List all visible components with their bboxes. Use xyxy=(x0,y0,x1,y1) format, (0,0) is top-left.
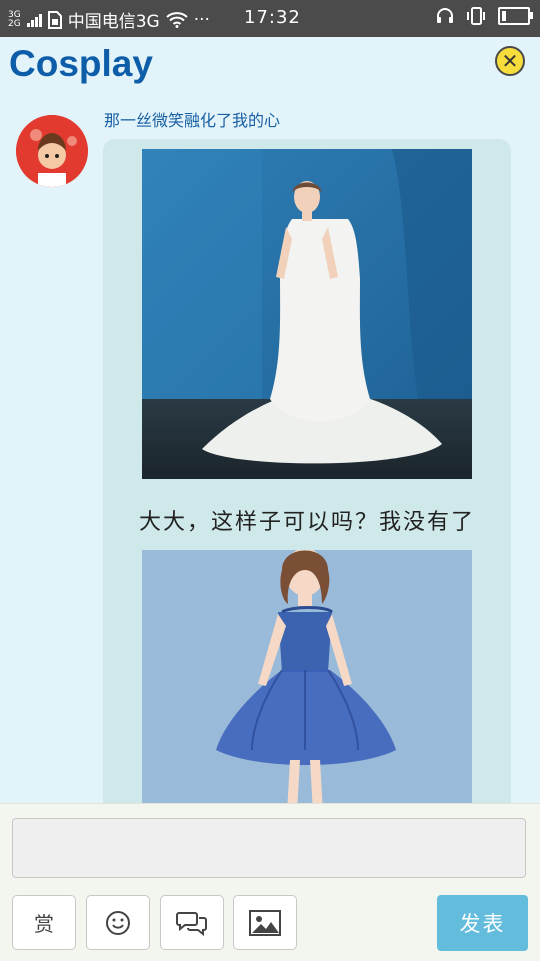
page-title: Cosplay xyxy=(9,43,153,84)
signal-icon xyxy=(26,13,42,27)
post-caption: 大大，这样子可以吗？我没有了 xyxy=(138,510,475,535)
network-type: 3G 2G xyxy=(8,9,21,29)
headset-icon xyxy=(437,8,453,23)
white-wedding-gown-photo[interactable] xyxy=(142,149,472,479)
picture-icon xyxy=(249,909,281,936)
clock: 17:32 xyxy=(244,7,301,28)
carrier-name: 中国电信3G xyxy=(67,12,160,32)
close-icon: ✕ xyxy=(501,49,519,73)
reward-label: 赏 xyxy=(34,912,54,936)
close-button[interactable]: ✕ xyxy=(495,46,525,76)
vibrate-icon xyxy=(467,7,485,25)
avatar-image xyxy=(16,115,88,187)
submit-label: 发表 xyxy=(459,912,506,936)
status-more-dots: ··· xyxy=(193,9,210,30)
smiley-icon xyxy=(106,910,130,935)
comment-input[interactable] xyxy=(12,818,526,878)
blue-party-dress-photo[interactable] xyxy=(142,548,472,830)
comment-button[interactable] xyxy=(160,895,224,950)
image-button[interactable] xyxy=(233,895,297,950)
sim-card-icon xyxy=(47,10,62,29)
wifi-icon xyxy=(166,12,188,28)
avatar[interactable] xyxy=(16,115,88,187)
comment-bar: 赏 发表 xyxy=(0,803,540,961)
status-bar: 3G 2G 中国电信3G ··· 17:32 xyxy=(0,0,540,37)
submit-button[interactable]: 发表 xyxy=(437,895,528,951)
reward-button[interactable]: 赏 xyxy=(12,895,76,950)
blue-party-dress-image xyxy=(142,548,472,830)
status-right xyxy=(436,7,533,25)
speech-bubbles-icon xyxy=(176,911,207,936)
white-wedding-gown-image xyxy=(142,149,472,479)
post-author[interactable]: 那一丝微笑融化了我的心 xyxy=(104,107,280,131)
emoji-button[interactable] xyxy=(86,895,150,950)
battery-icon xyxy=(498,7,533,25)
header: Cosplay xyxy=(0,37,540,99)
status-left: 3G 2G 中国电信3G ··· xyxy=(8,7,210,33)
